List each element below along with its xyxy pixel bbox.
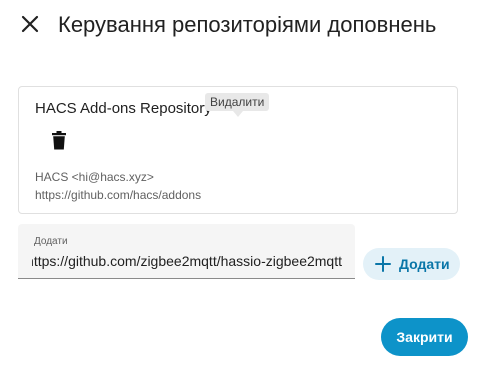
- close-dialog-icon-button[interactable]: [14, 10, 46, 42]
- close-icon: [21, 15, 39, 38]
- close-button-label: Закрити: [396, 329, 453, 345]
- tooltip-arrow: [233, 111, 243, 117]
- dialog-header: Керування репозиторіями доповнень: [0, 0, 477, 52]
- add-field-label: Додати: [34, 236, 68, 247]
- repository-author: HACS <hi@hacs.xyz>: [35, 170, 154, 184]
- delete-repository-button[interactable]: [47, 131, 71, 155]
- trash-icon: [51, 131, 67, 155]
- repository-url: https://github.com/hacs/addons: [35, 188, 202, 202]
- repository-name: HACS Add-ons Repository: [35, 100, 212, 117]
- repository-card: HACS Add-ons Repository Видалити HACS <h…: [18, 86, 458, 214]
- delete-tooltip: Видалити: [205, 93, 270, 111]
- plus-icon: [374, 255, 392, 273]
- close-button[interactable]: Закрити: [381, 318, 468, 356]
- repository-url-input[interactable]: [32, 250, 342, 272]
- dialog-title: Керування репозиторіями доповнень: [58, 12, 437, 37]
- add-button-label: Додати: [399, 256, 450, 272]
- add-repository-field[interactable]: Додати: [18, 224, 355, 279]
- add-repository-button[interactable]: Додати: [363, 248, 460, 280]
